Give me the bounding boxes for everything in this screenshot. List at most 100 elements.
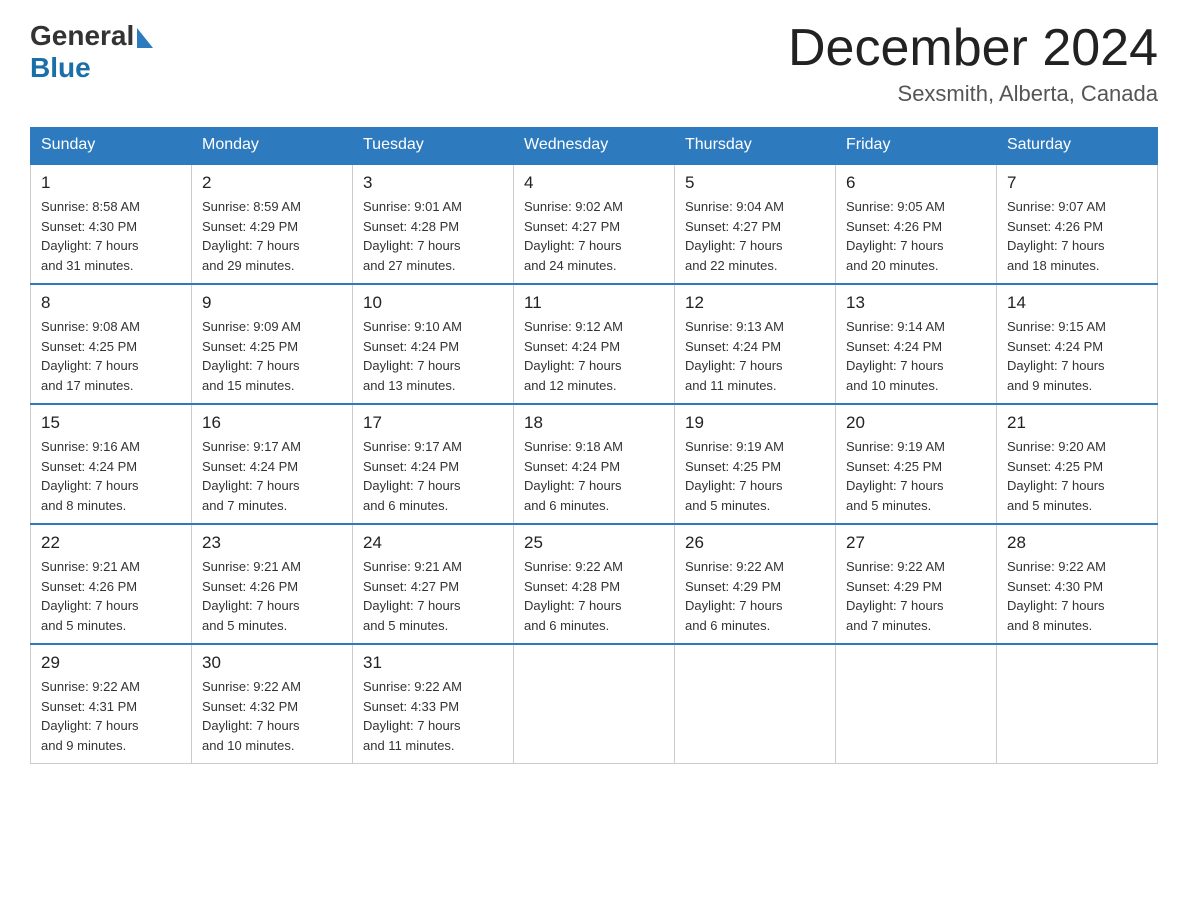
day-info: Sunrise: 9:22 AMSunset: 4:28 PMDaylight:… bbox=[524, 557, 664, 635]
day-cell: 2 Sunrise: 8:59 AMSunset: 4:29 PMDaylight… bbox=[192, 164, 353, 285]
day-number: 31 bbox=[363, 653, 503, 673]
day-cell: 11 Sunrise: 9:12 AMSunset: 4:24 PMDayligh… bbox=[514, 284, 675, 404]
day-info: Sunrise: 9:21 AMSunset: 4:26 PMDaylight:… bbox=[41, 557, 181, 635]
day-number: 3 bbox=[363, 173, 503, 193]
day-cell: 19 Sunrise: 9:19 AMSunset: 4:25 PMDayligh… bbox=[675, 404, 836, 524]
day-info: Sunrise: 9:04 AMSunset: 4:27 PMDaylight:… bbox=[685, 197, 825, 275]
day-cell: 26Sunrise: 9:22 AMSunset: 4:29 PMDayligh… bbox=[675, 524, 836, 644]
column-header-thursday: Thursday bbox=[675, 128, 836, 164]
day-number: 9 bbox=[202, 293, 342, 313]
day-cell bbox=[997, 644, 1158, 764]
day-cell: 12 Sunrise: 9:13 AMSunset: 4:24 PMDayligh… bbox=[675, 284, 836, 404]
day-info: Sunrise: 9:21 AMSunset: 4:26 PMDaylight:… bbox=[202, 557, 342, 635]
day-info: Sunrise: 9:05 AMSunset: 4:26 PMDaylight:… bbox=[846, 197, 986, 275]
day-info: Sunrise: 9:22 AMSunset: 4:33 PMDaylight:… bbox=[363, 677, 503, 755]
week-row-5: 29 Sunrise: 9:22 AMSunset: 4:31 PMDayligh… bbox=[31, 644, 1158, 764]
day-cell: 9 Sunrise: 9:09 AMSunset: 4:25 PMDaylight… bbox=[192, 284, 353, 404]
week-row-1: 1Sunrise: 8:58 AMSunset: 4:30 PMDaylight… bbox=[31, 164, 1158, 285]
day-number: 12 bbox=[685, 293, 825, 313]
day-cell: 15 Sunrise: 9:16 AMSunset: 4:24 PMDayligh… bbox=[31, 404, 192, 524]
week-row-3: 15 Sunrise: 9:16 AMSunset: 4:24 PMDayligh… bbox=[31, 404, 1158, 524]
day-info: Sunrise: 9:19 AMSunset: 4:25 PMDaylight:… bbox=[846, 437, 986, 515]
day-number: 5 bbox=[685, 173, 825, 193]
day-info: Sunrise: 8:58 AMSunset: 4:30 PMDaylight:… bbox=[41, 197, 181, 275]
calendar-table: SundayMondayTuesdayWednesdayThursdayFrid… bbox=[30, 127, 1158, 764]
day-number: 20 bbox=[846, 413, 986, 433]
day-cell: 18 Sunrise: 9:18 AMSunset: 4:24 PMDayligh… bbox=[514, 404, 675, 524]
day-cell: 25 Sunrise: 9:22 AMSunset: 4:28 PMDayligh… bbox=[514, 524, 675, 644]
day-cell: 6 Sunrise: 9:05 AMSunset: 4:26 PMDaylight… bbox=[836, 164, 997, 285]
day-info: Sunrise: 9:22 AMSunset: 4:31 PMDaylight:… bbox=[41, 677, 181, 755]
day-info: Sunrise: 9:09 AMSunset: 4:25 PMDaylight:… bbox=[202, 317, 342, 395]
month-title: December 2024 bbox=[788, 20, 1158, 77]
calendar-header-row: SundayMondayTuesdayWednesdayThursdayFrid… bbox=[31, 128, 1158, 164]
day-info: Sunrise: 9:17 AMSunset: 4:24 PMDaylight:… bbox=[202, 437, 342, 515]
day-cell: 28Sunrise: 9:22 AMSunset: 4:30 PMDayligh… bbox=[997, 524, 1158, 644]
logo: General Blue bbox=[30, 20, 153, 84]
day-cell: 4 Sunrise: 9:02 AMSunset: 4:27 PMDaylight… bbox=[514, 164, 675, 285]
week-row-2: 8Sunrise: 9:08 AMSunset: 4:25 PMDaylight… bbox=[31, 284, 1158, 404]
day-info: Sunrise: 9:22 AMSunset: 4:30 PMDaylight:… bbox=[1007, 557, 1147, 635]
day-number: 26 bbox=[685, 533, 825, 553]
day-cell: 13Sunrise: 9:14 AMSunset: 4:24 PMDayligh… bbox=[836, 284, 997, 404]
day-cell bbox=[675, 644, 836, 764]
page-header: General Blue December 2024 Sexsmith, Alb… bbox=[30, 20, 1158, 107]
day-info: Sunrise: 9:10 AMSunset: 4:24 PMDaylight:… bbox=[363, 317, 503, 395]
column-header-sunday: Sunday bbox=[31, 128, 192, 164]
day-info: Sunrise: 9:16 AMSunset: 4:24 PMDaylight:… bbox=[41, 437, 181, 515]
day-cell: 3Sunrise: 9:01 AMSunset: 4:28 PMDaylight… bbox=[353, 164, 514, 285]
day-info: Sunrise: 9:12 AMSunset: 4:24 PMDaylight:… bbox=[524, 317, 664, 395]
logo-arrow-icon bbox=[137, 28, 153, 48]
day-number: 7 bbox=[1007, 173, 1147, 193]
day-info: Sunrise: 9:13 AMSunset: 4:24 PMDaylight:… bbox=[685, 317, 825, 395]
day-number: 10 bbox=[363, 293, 503, 313]
day-cell: 31 Sunrise: 9:22 AMSunset: 4:33 PMDayligh… bbox=[353, 644, 514, 764]
day-info: Sunrise: 9:15 AMSunset: 4:24 PMDaylight:… bbox=[1007, 317, 1147, 395]
day-info: Sunrise: 9:19 AMSunset: 4:25 PMDaylight:… bbox=[685, 437, 825, 515]
day-info: Sunrise: 9:22 AMSunset: 4:32 PMDaylight:… bbox=[202, 677, 342, 755]
day-number: 27 bbox=[846, 533, 986, 553]
day-info: Sunrise: 9:02 AMSunset: 4:27 PMDaylight:… bbox=[524, 197, 664, 275]
day-cell: 20 Sunrise: 9:19 AMSunset: 4:25 PMDayligh… bbox=[836, 404, 997, 524]
column-header-tuesday: Tuesday bbox=[353, 128, 514, 164]
day-info: Sunrise: 9:22 AMSunset: 4:29 PMDaylight:… bbox=[846, 557, 986, 635]
day-number: 13 bbox=[846, 293, 986, 313]
logo-blue-text: Blue bbox=[30, 52, 91, 83]
day-cell: 5 Sunrise: 9:04 AMSunset: 4:27 PMDaylight… bbox=[675, 164, 836, 285]
day-cell bbox=[514, 644, 675, 764]
column-header-monday: Monday bbox=[192, 128, 353, 164]
day-cell: 16 Sunrise: 9:17 AMSunset: 4:24 PMDayligh… bbox=[192, 404, 353, 524]
day-cell: 22Sunrise: 9:21 AMSunset: 4:26 PMDayligh… bbox=[31, 524, 192, 644]
day-cell: 23 Sunrise: 9:21 AMSunset: 4:26 PMDayligh… bbox=[192, 524, 353, 644]
day-number: 2 bbox=[202, 173, 342, 193]
day-info: Sunrise: 9:20 AMSunset: 4:25 PMDaylight:… bbox=[1007, 437, 1147, 515]
day-info: Sunrise: 8:59 AMSunset: 4:29 PMDaylight:… bbox=[202, 197, 342, 275]
day-number: 24 bbox=[363, 533, 503, 553]
day-cell: 17Sunrise: 9:17 AMSunset: 4:24 PMDayligh… bbox=[353, 404, 514, 524]
day-cell: 14Sunrise: 9:15 AMSunset: 4:24 PMDayligh… bbox=[997, 284, 1158, 404]
day-number: 16 bbox=[202, 413, 342, 433]
column-header-wednesday: Wednesday bbox=[514, 128, 675, 164]
day-cell: 7Sunrise: 9:07 AMSunset: 4:26 PMDaylight… bbox=[997, 164, 1158, 285]
day-number: 25 bbox=[524, 533, 664, 553]
day-info: Sunrise: 9:08 AMSunset: 4:25 PMDaylight:… bbox=[41, 317, 181, 395]
day-cell: 8Sunrise: 9:08 AMSunset: 4:25 PMDaylight… bbox=[31, 284, 192, 404]
title-block: December 2024 Sexsmith, Alberta, Canada bbox=[788, 20, 1158, 107]
day-number: 29 bbox=[41, 653, 181, 673]
day-cell: 30 Sunrise: 9:22 AMSunset: 4:32 PMDayligh… bbox=[192, 644, 353, 764]
day-number: 30 bbox=[202, 653, 342, 673]
day-number: 18 bbox=[524, 413, 664, 433]
column-header-friday: Friday bbox=[836, 128, 997, 164]
day-cell: 29 Sunrise: 9:22 AMSunset: 4:31 PMDayligh… bbox=[31, 644, 192, 764]
day-number: 15 bbox=[41, 413, 181, 433]
day-number: 11 bbox=[524, 293, 664, 313]
day-cell: 1Sunrise: 8:58 AMSunset: 4:30 PMDaylight… bbox=[31, 164, 192, 285]
day-number: 4 bbox=[524, 173, 664, 193]
day-number: 19 bbox=[685, 413, 825, 433]
day-cell bbox=[836, 644, 997, 764]
day-number: 23 bbox=[202, 533, 342, 553]
day-info: Sunrise: 9:18 AMSunset: 4:24 PMDaylight:… bbox=[524, 437, 664, 515]
week-row-4: 22Sunrise: 9:21 AMSunset: 4:26 PMDayligh… bbox=[31, 524, 1158, 644]
day-number: 6 bbox=[846, 173, 986, 193]
day-number: 21 bbox=[1007, 413, 1147, 433]
